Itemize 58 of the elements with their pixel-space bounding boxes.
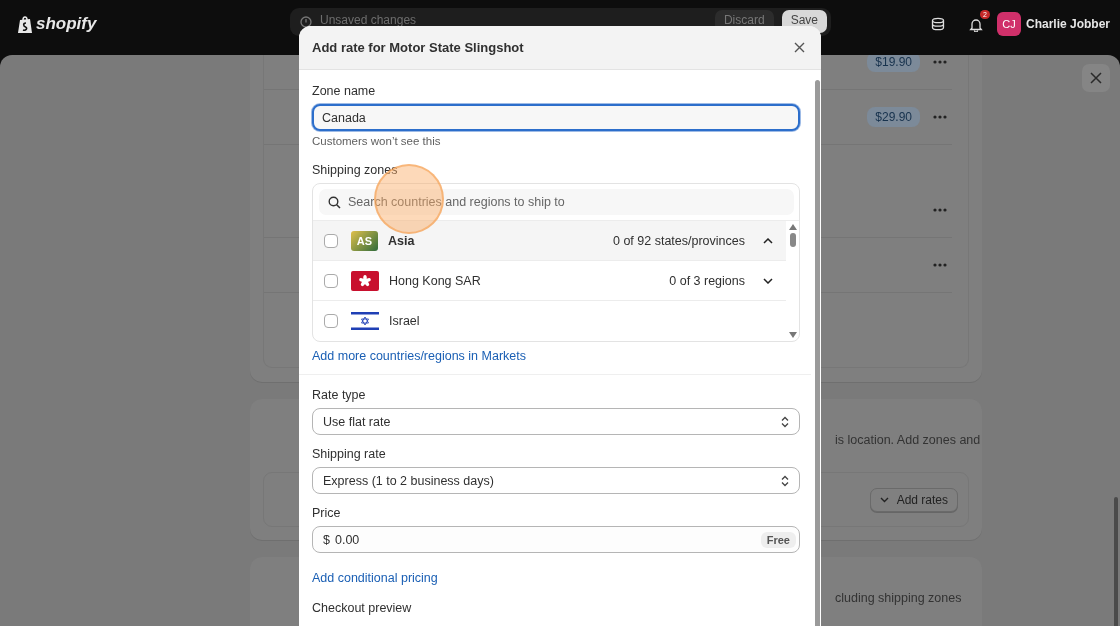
rate-type-select[interactable]: Use flat rate (312, 408, 800, 435)
price-field[interactable]: $ 0.00 Free (312, 526, 800, 553)
close-icon (1090, 72, 1102, 84)
database-icon[interactable] (930, 17, 945, 31)
region-badge: AS (351, 230, 378, 251)
currency-symbol: $ (323, 532, 330, 547)
checkbox[interactable] (324, 314, 338, 328)
flag-icon (351, 270, 379, 291)
field-label: Shipping rate (312, 447, 387, 461)
search-icon (328, 196, 341, 209)
alert-icon (300, 15, 312, 28)
more-icon[interactable] (933, 208, 947, 212)
more-icon[interactable] (933, 60, 947, 64)
region-count: 0 of 3 regions (669, 273, 745, 288)
region-row[interactable]: Israel (313, 301, 786, 341)
free-badge: Free (760, 531, 796, 548)
price-value: 0.00 (334, 532, 361, 547)
region-name: Asia (388, 233, 415, 248)
conditional-pricing-link[interactable]: Add conditional pricing (312, 571, 438, 585)
unsaved-message: Unsaved changes (320, 13, 417, 27)
more-icon[interactable] (933, 115, 947, 119)
price-tag: $29.90 (867, 107, 920, 127)
zone-name-field[interactable]: Canada (312, 104, 800, 131)
brand-logo[interactable]: shopify (36, 14, 97, 34)
scrollbar[interactable] (1114, 497, 1118, 626)
chevron-down-icon (879, 496, 889, 503)
shipping-rate-select[interactable]: Express (1 to 2 business days) (312, 467, 800, 494)
user-name[interactable]: Charlie Jobber (1025, 17, 1110, 31)
scrollbar[interactable] (815, 80, 820, 626)
section-label: Checkout preview (312, 601, 413, 615)
bell-icon[interactable] (968, 16, 983, 32)
description-text: is location. Add zones and (835, 432, 981, 448)
checkbox[interactable] (324, 233, 338, 248)
add-rates-button[interactable]: Add rates (869, 487, 958, 512)
chevron-down-icon[interactable] (763, 277, 773, 284)
shopping-bag-icon (17, 14, 33, 34)
select-arrows-icon (781, 474, 789, 487)
flag-icon (351, 311, 379, 331)
chevron-up-icon[interactable] (763, 237, 773, 244)
user-avatar[interactable]: CJ (996, 12, 1021, 36)
region-name: Israel (389, 314, 420, 328)
region-row[interactable]: Hong Kong SAR 0 of 3 regions (313, 261, 786, 301)
help-text: Customers won’t see this (312, 135, 442, 147)
price-tag: $19.90 (867, 55, 920, 72)
dialog-title: Add rate for Motor State Slingshot (312, 40, 524, 55)
description-text: cluding shipping zones (835, 590, 962, 606)
checkbox[interactable] (324, 273, 338, 288)
region-count: 0 of 92 states/provinces (612, 233, 745, 248)
select-arrows-icon (781, 415, 789, 428)
more-icon[interactable] (933, 263, 947, 267)
close-button[interactable] (1082, 64, 1110, 92)
field-label: Zone name (312, 84, 377, 98)
close-icon[interactable] (794, 42, 805, 53)
field-label: Rate type (312, 388, 367, 402)
field-label: Price (312, 506, 342, 520)
region-name: Hong Kong SAR (389, 273, 481, 288)
markets-link[interactable]: Add more countries/regions in Markets (312, 349, 526, 363)
region-row[interactable]: AS Asia 0 of 92 states/provinces (313, 221, 786, 261)
